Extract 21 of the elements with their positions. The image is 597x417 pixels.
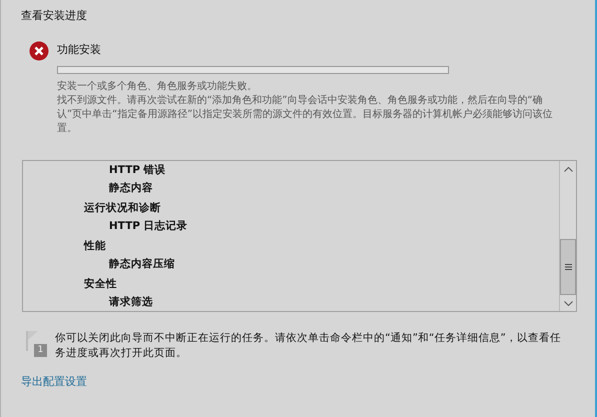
feature-item: 安全性 bbox=[83, 276, 118, 292]
feature-item: 静态内容压缩 bbox=[108, 256, 176, 272]
notification-badge: 1 bbox=[34, 344, 47, 357]
scroll-thumb[interactable] bbox=[560, 239, 576, 295]
grip-icon bbox=[564, 264, 572, 270]
export-settings-link[interactable]: 导出配置设置 bbox=[21, 374, 87, 389]
scroll-up-icon[interactable] bbox=[564, 166, 572, 172]
status-message: 安装一个或多个角色、角色服务或功能失败。 bbox=[57, 80, 258, 94]
flag-icon bbox=[26, 331, 38, 351]
page-title: 查看安装进度 bbox=[21, 8, 88, 24]
feature-item: 性能 bbox=[82, 239, 107, 254]
feature-item: 运行状况和诊断 bbox=[83, 201, 162, 216]
scroll-down-icon[interactable] bbox=[564, 300, 572, 306]
feature-item: HTTP 日志记录 bbox=[108, 219, 189, 234]
feature-item: 请求筛选 bbox=[108, 295, 154, 310]
task-name: 功能安装 bbox=[57, 42, 102, 57]
feature-item: 静态内容 bbox=[108, 180, 154, 196]
feature-item: HTTP 错误 bbox=[108, 163, 167, 178]
status-message: 找不到源文件。请再次尝试在新的“添加角色和功能”向导会话中安装角色、角色服务或功能，然后在向导的“确认”页中单击“指定备用源路径”以指定安装所需的源文件的有效位置。目标服务器的计算机帐户必须能够访问该位置。 bbox=[57, 94, 554, 136]
scrollbar[interactable] bbox=[559, 161, 576, 311]
info-text: 你可以关闭此向导而不中断正在运行的任务。请依次单击命令栏中的“通知”和“任务详细信息”，以查看任务进度或再次打开此页面。 bbox=[55, 331, 562, 361]
